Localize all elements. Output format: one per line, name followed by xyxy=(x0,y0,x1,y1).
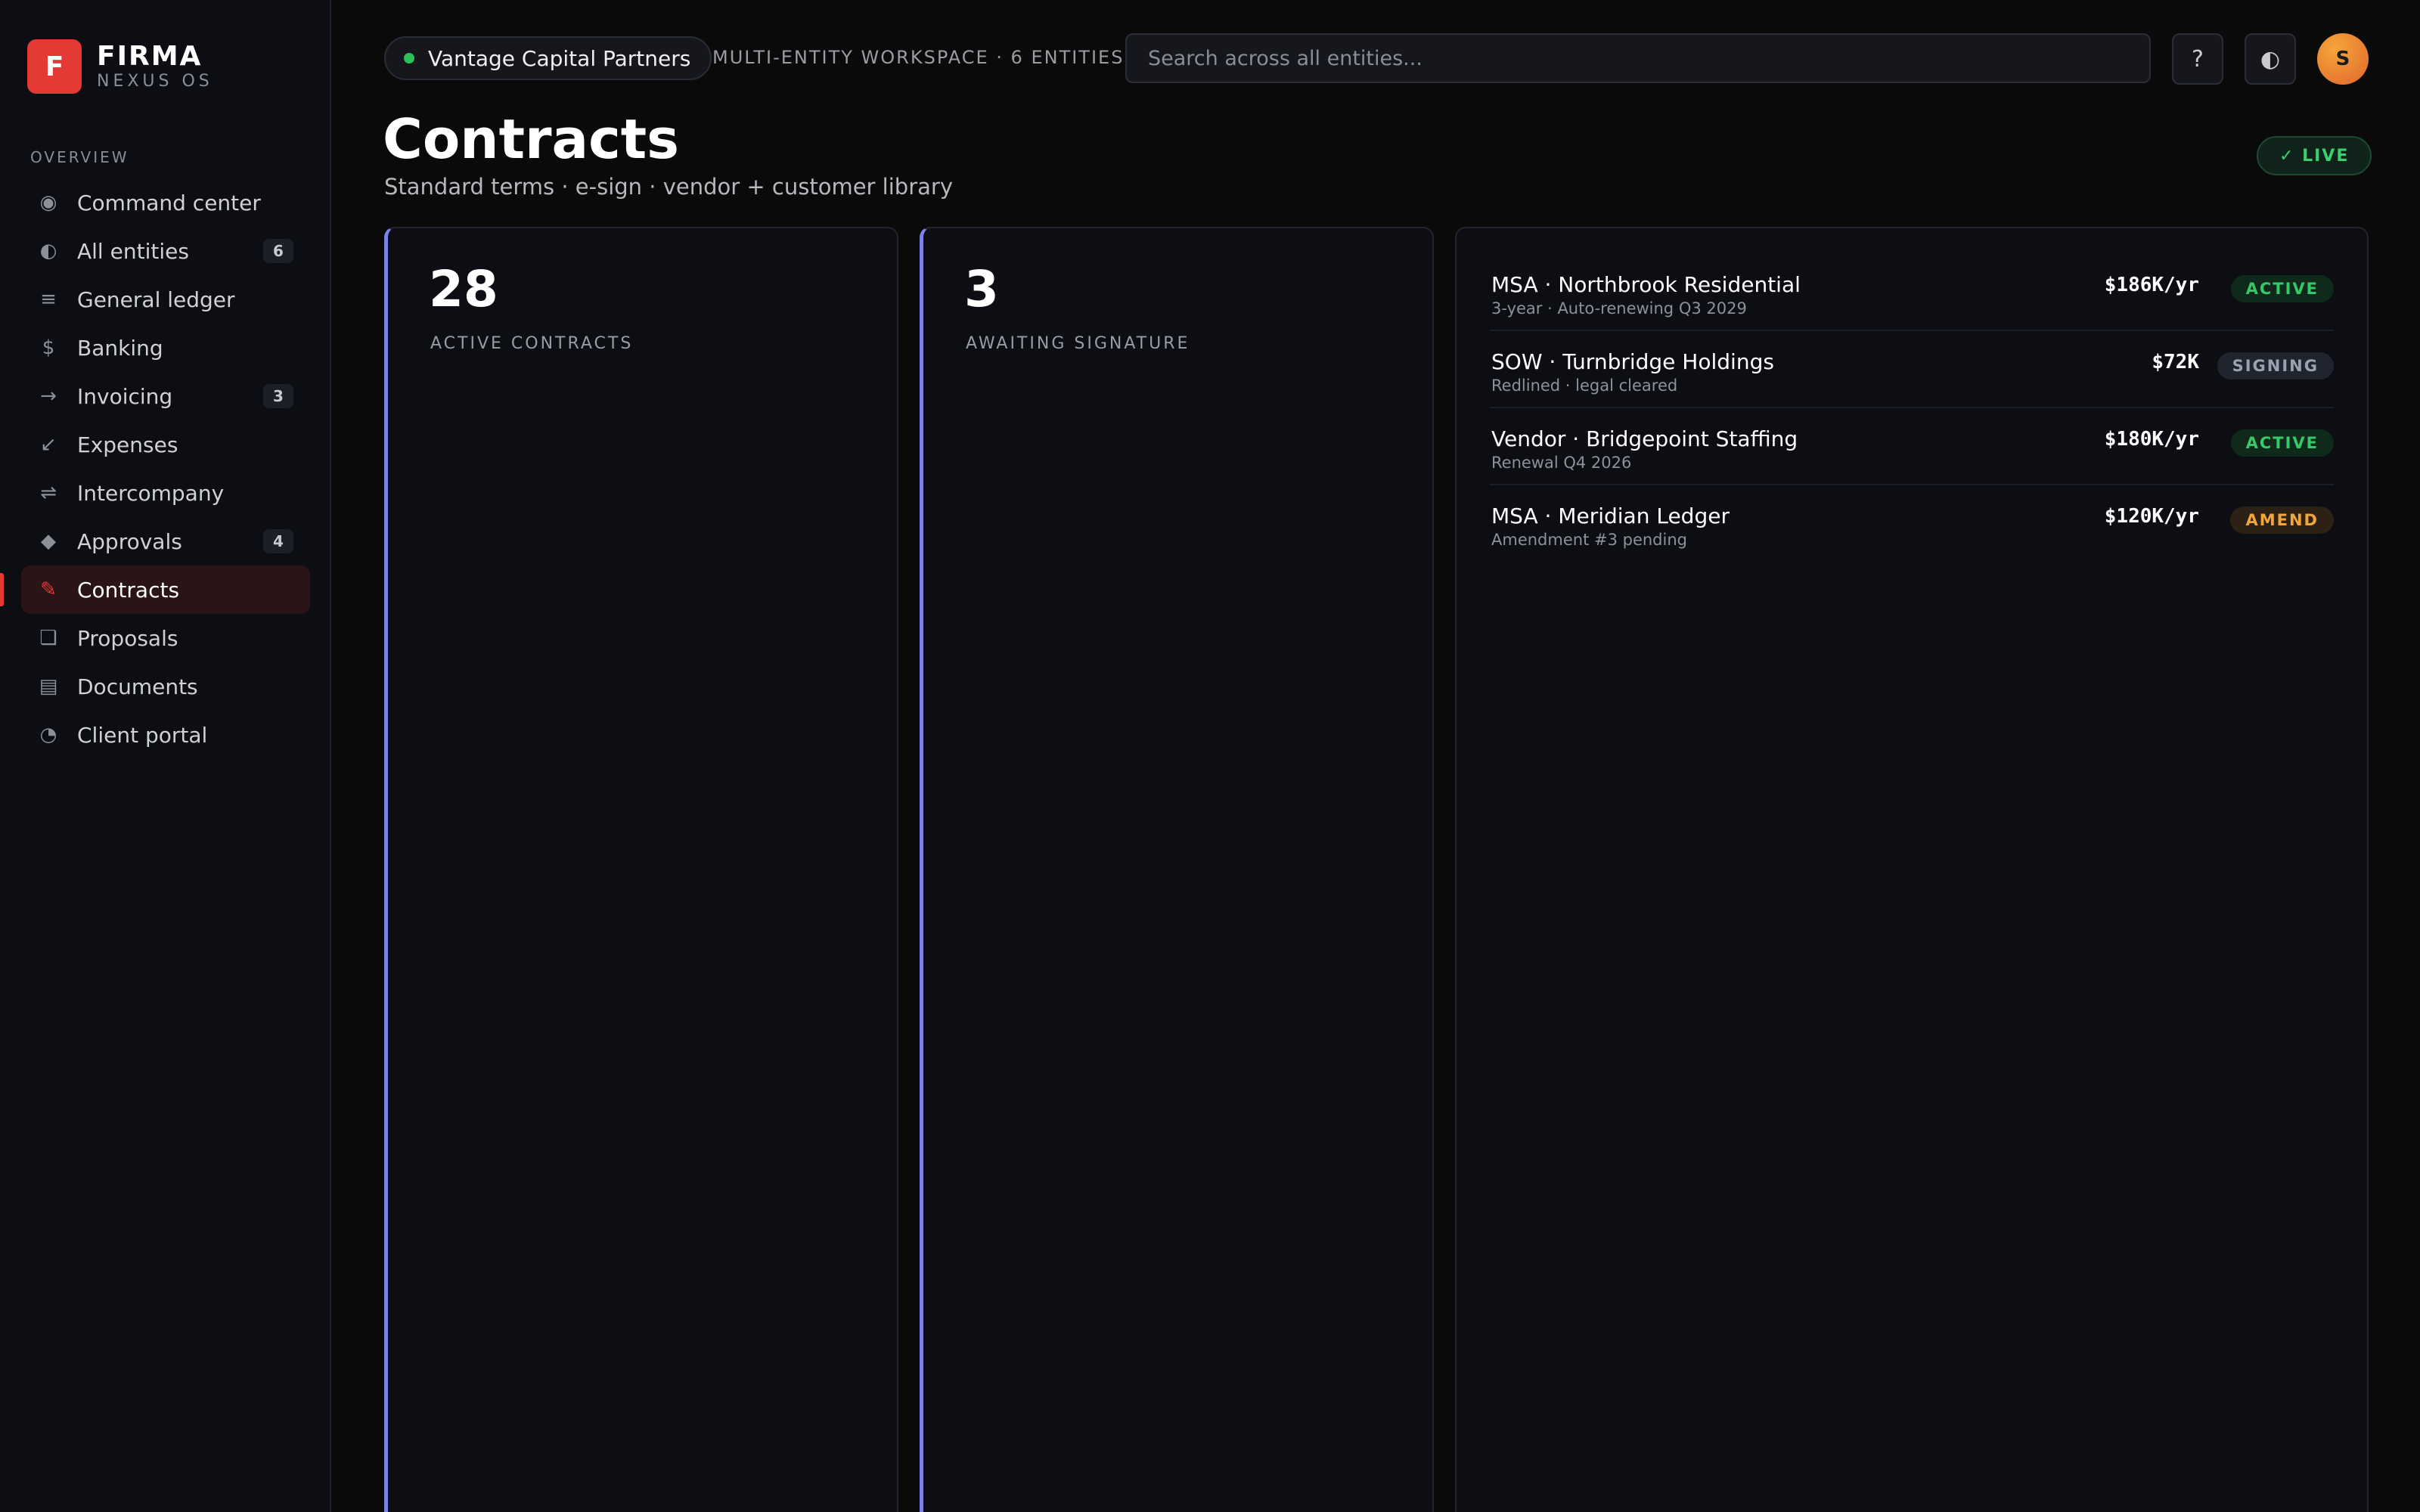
sidebar-item-invoicing[interactable]: → Invoicing 3 xyxy=(21,372,310,420)
arrow-right-icon: → xyxy=(40,385,57,407)
sidebar-item-label: Proposals xyxy=(77,625,178,651)
sidebar-item-label: Intercompany xyxy=(77,480,225,506)
contract-title: SOW · Turnbridge Holdings xyxy=(1491,349,1774,374)
contract-title: MSA · Northbrook Residential xyxy=(1491,272,1801,297)
workspace-label: MULTI-ENTITY WORKSPACE · 6 ENTITIES xyxy=(712,47,1125,68)
sidebar-item-label: Approvals xyxy=(77,528,182,554)
entity-status-dot xyxy=(404,53,414,64)
stat-card-active-contracts: 28 ACTIVE CONTRACTS xyxy=(384,227,898,1512)
diamond-icon: ◆ xyxy=(41,530,56,553)
contract-row[interactable]: MSA · Northbrook Residential 3-year · Aut… xyxy=(1490,254,2334,331)
app-window: F FIRMA NEXUS OS OVERVIEW ◉ Command cente… xyxy=(0,0,2420,1512)
stat-label: ACTIVE CONTRACTS xyxy=(430,334,634,353)
sidebar-item-client-portal[interactable]: ◔ Client portal xyxy=(21,711,310,759)
sidebar-item-label: Documents xyxy=(77,674,198,699)
brand-name: FIRMA xyxy=(97,41,203,72)
contract-status-badge: ACTIVE xyxy=(2230,429,2334,457)
nav-section-label: OVERVIEW xyxy=(30,148,129,166)
theme-toggle-icon[interactable]: ◐ xyxy=(2245,33,2296,85)
sidebar-item-label: All entities xyxy=(77,238,189,264)
contract-detail: Renewal Q4 2026 xyxy=(1491,454,1632,472)
entity-switcher[interactable]: Vantage Capital Partners xyxy=(384,36,712,80)
contracts-list: MSA · Northbrook Residential 3-year · Aut… xyxy=(1490,254,2334,562)
proposal-icon: ❏ xyxy=(39,627,57,649)
sidebar-item-proposals[interactable]: ❏ Proposals xyxy=(21,614,310,662)
sidebar-item-command-center[interactable]: ◉ Command center xyxy=(21,178,310,227)
contract-amount: $72K xyxy=(2152,351,2199,373)
contract-status-badge: AMEND xyxy=(2230,507,2334,534)
sidebar-nav: ◉ Command center ◐ All entities 6 ≡ General le… xyxy=(0,178,310,759)
sidebar-item-label: Banking xyxy=(77,335,163,361)
page-title: Contracts xyxy=(383,107,680,171)
target-icon: ◉ xyxy=(39,191,57,214)
brand-subtitle: NEXUS OS xyxy=(97,72,213,91)
document-icon: ▤ xyxy=(39,675,58,698)
contract-status-badge: ACTIVE xyxy=(2230,275,2334,302)
sidebar-item-label: Expenses xyxy=(77,432,178,457)
sidebar-item-expenses[interactable]: ↙ Expenses xyxy=(21,420,310,469)
contract-detail: Redlined · legal cleared xyxy=(1491,376,1678,395)
stat-value: 28 xyxy=(429,260,498,318)
entity-name: Vantage Capital Partners xyxy=(428,45,691,71)
brand-logo: F xyxy=(27,39,82,94)
help-icon[interactable]: ? xyxy=(2172,33,2223,85)
pencil-icon: ✎ xyxy=(40,578,57,601)
sidebar-item-all-entities[interactable]: ◐ All entities 6 xyxy=(21,227,310,275)
contracts-list-card: MSA · Northbrook Residential 3-year · Aut… xyxy=(1455,227,2369,1512)
sidebar-item-documents[interactable]: ▤ Documents xyxy=(21,662,310,711)
sidebar-item-count-badge: 3 xyxy=(263,384,293,408)
contract-detail: 3-year · Auto-renewing Q3 2029 xyxy=(1491,299,1747,318)
avatar[interactable]: S xyxy=(2317,33,2369,85)
sidebar: F FIRMA NEXUS OS OVERVIEW ◉ Command cente… xyxy=(0,0,331,1512)
exchange-icon: ⇌ xyxy=(40,482,57,504)
contract-amount: $186K/yr xyxy=(2104,274,2199,296)
sidebar-item-contracts[interactable]: ✎ Contracts xyxy=(0,565,310,614)
sidebar-item-approvals[interactable]: ◆ Approvals 4 xyxy=(21,517,310,565)
live-status-badge: ✓ LIVE xyxy=(2257,136,2372,175)
contract-row[interactable]: Vendor · Bridgepoint Staffing Renewal Q4 … xyxy=(1490,408,2334,485)
brand-text: FIRMA NEXUS OS xyxy=(97,42,213,91)
contract-amount: $180K/yr xyxy=(2104,428,2199,451)
sidebar-item-general-ledger[interactable]: ≡ General ledger xyxy=(21,275,310,324)
portal-icon: ◔ xyxy=(39,723,57,746)
half-circle-icon: ◐ xyxy=(39,240,57,262)
stat-card-awaiting-signature: 3 AWAITING SIGNATURE xyxy=(920,227,1434,1512)
sidebar-item-count-badge: 6 xyxy=(263,239,293,263)
sidebar-item-label: Invoicing xyxy=(77,383,173,409)
contract-row[interactable]: SOW · Turnbridge Holdings Redlined · lega… xyxy=(1490,331,2334,408)
contract-amount: $120K/yr xyxy=(2104,505,2199,528)
contract-row[interactable]: MSA · Meridian Ledger Amendment #3 pendin… xyxy=(1490,485,2334,562)
sidebar-item-label: Client portal xyxy=(77,722,208,748)
sidebar-item-intercompany[interactable]: ⇌ Intercompany xyxy=(21,469,310,517)
ledger-lines-icon: ≡ xyxy=(40,288,57,311)
contract-status-badge: SIGNING xyxy=(2217,352,2334,380)
contract-detail: Amendment #3 pending xyxy=(1491,531,1687,549)
page-subtitle: Standard terms · e-sign · vendor + custo… xyxy=(384,174,953,200)
brand[interactable]: F FIRMA NEXUS OS xyxy=(27,39,213,94)
arrow-down-left-icon: ↙ xyxy=(40,433,57,456)
search-input[interactable] xyxy=(1125,33,2151,83)
sidebar-item-label: General ledger xyxy=(77,287,235,312)
sidebar-item-banking[interactable]: $ Banking xyxy=(21,324,310,372)
contract-title: MSA · Meridian Ledger xyxy=(1491,503,1730,528)
sidebar-item-count-badge: 4 xyxy=(263,529,293,553)
stat-value: 3 xyxy=(964,260,999,318)
stat-label: AWAITING SIGNATURE xyxy=(966,334,1190,353)
sidebar-item-label: Command center xyxy=(77,190,261,215)
contract-title: Vendor · Bridgepoint Staffing xyxy=(1491,426,1798,451)
sidebar-item-label: Contracts xyxy=(77,577,180,603)
dollar-icon: $ xyxy=(42,336,55,359)
